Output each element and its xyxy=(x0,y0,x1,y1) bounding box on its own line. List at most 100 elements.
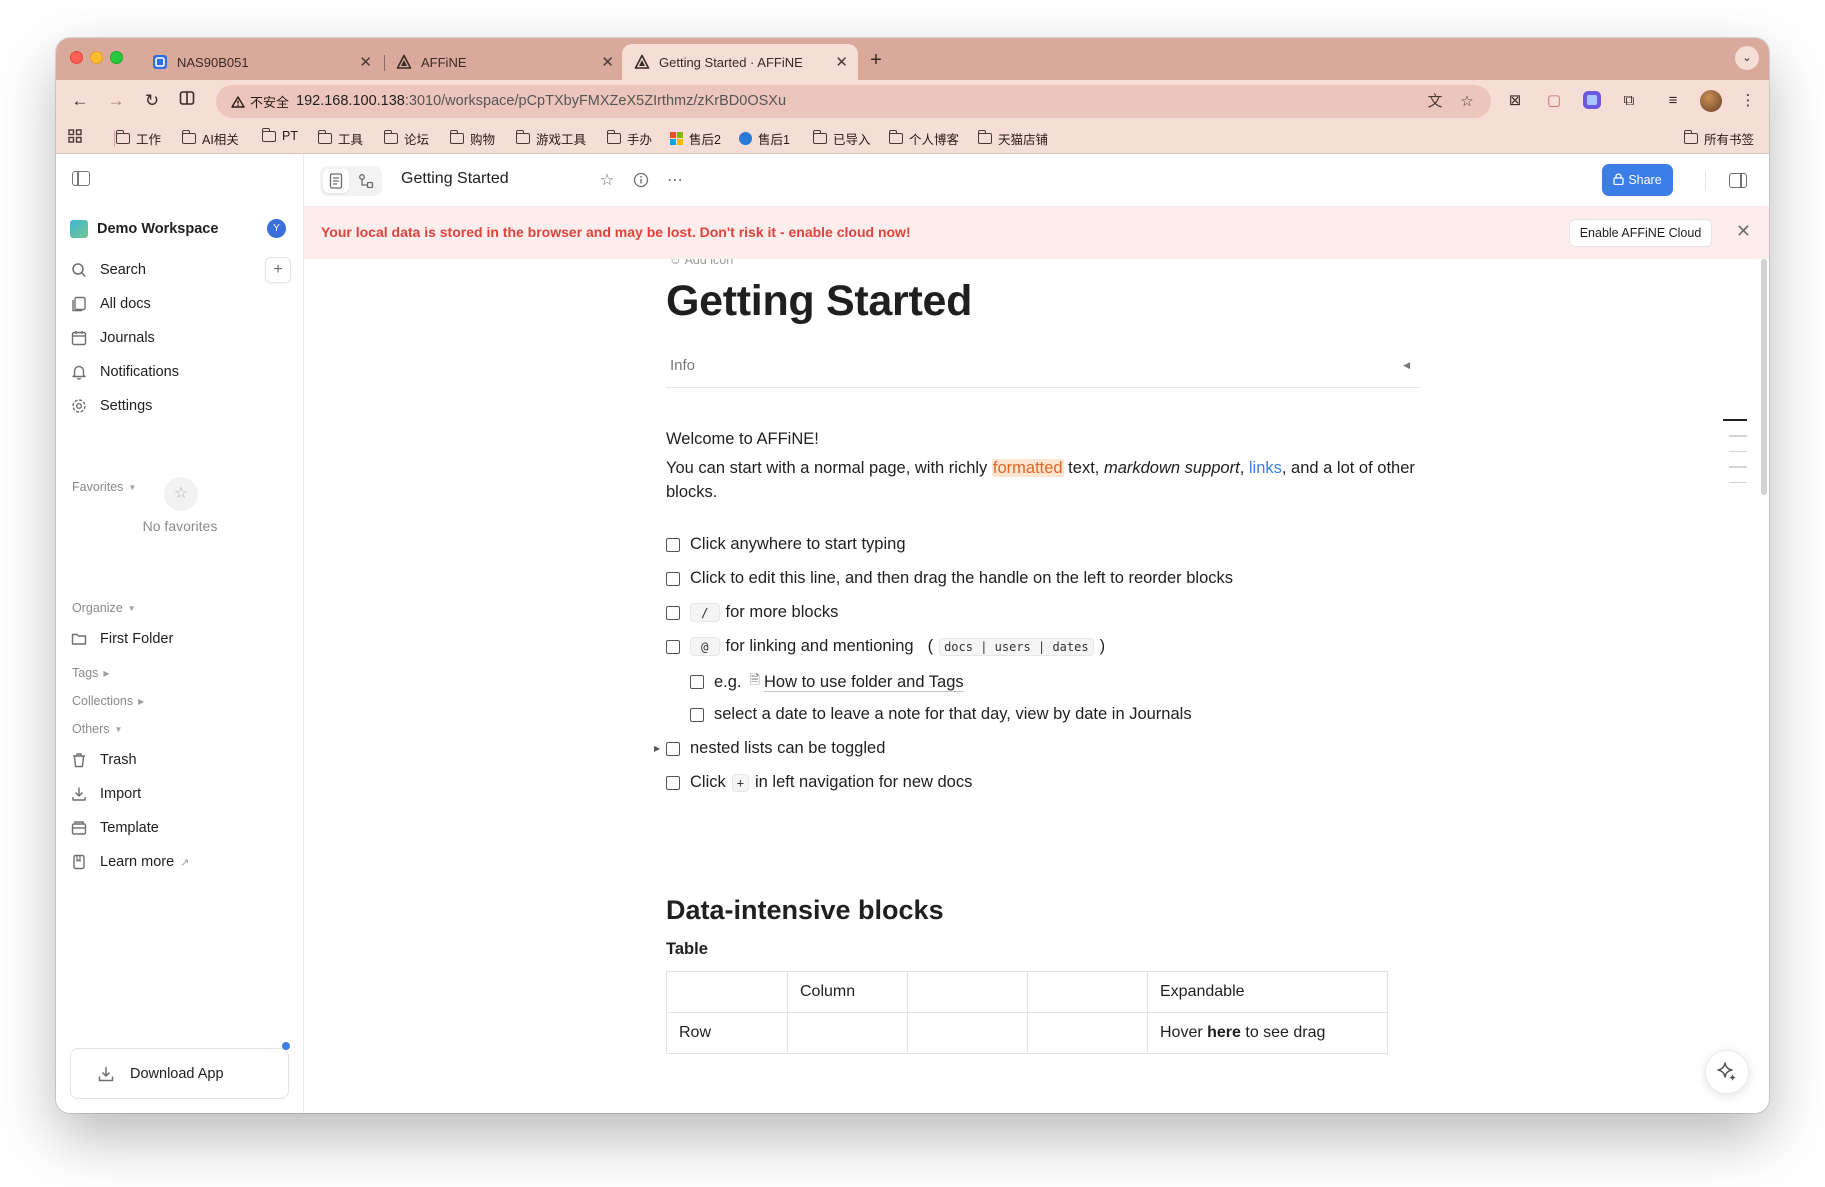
table-cell[interactable]: Column xyxy=(787,971,908,1013)
todo-item[interactable]: Click anywhere to start typing xyxy=(666,535,906,554)
add-icon-button[interactable]: ☺ Add icon xyxy=(669,259,733,267)
tab-search-button[interactable]: ⌄ xyxy=(1735,46,1759,70)
profile-avatar[interactable] xyxy=(1700,90,1722,112)
info-icon[interactable] xyxy=(631,170,651,190)
sidebar-item-all-docs[interactable]: All docs xyxy=(70,289,292,319)
extension-cross-icon[interactable]: ⊠ xyxy=(1504,90,1526,112)
table-cell[interactable] xyxy=(666,971,788,1013)
sidebar-item-template[interactable]: Template xyxy=(70,813,292,843)
bookmark-folder[interactable]: PT xyxy=(262,127,298,143)
browser-tab-affine[interactable]: AFFiNE ✕ xyxy=(386,44,624,80)
bookmark-folder[interactable]: 天猫店铺 xyxy=(978,129,1048,148)
doc-header-title[interactable]: Getting Started xyxy=(401,170,509,188)
doc-info-panel[interactable]: Info ◀ xyxy=(666,345,1420,388)
doc-editor[interactable]: ☺ Add icon Getting Started Info ◀ Welcom… xyxy=(304,259,1769,1113)
others-section-header[interactable]: Others ▼ xyxy=(72,722,122,736)
bookmark-star-icon[interactable]: ☆ xyxy=(1457,92,1477,112)
todo-item[interactable]: nested lists can be toggled xyxy=(666,739,885,758)
todo-item-nested[interactable]: e.g. 🗎 How to use folder and Tags xyxy=(690,671,964,693)
todo-item[interactable]: / for more blocks xyxy=(666,603,838,622)
table-of-contents-indicator[interactable] xyxy=(1723,419,1747,497)
favorites-section-header[interactable]: Favorites ▼ xyxy=(72,480,136,494)
sidebar-item-trash[interactable]: Trash xyxy=(70,745,292,775)
security-chip[interactable]: 不安全 xyxy=(225,91,298,112)
linked-doc-title[interactable]: How to use folder and Tags xyxy=(764,673,964,692)
toggle-caret-icon[interactable]: ▶ xyxy=(654,744,660,753)
heading-table[interactable]: Table xyxy=(666,940,708,959)
table-cell[interactable]: Expandable xyxy=(1147,971,1388,1013)
reload-icon[interactable]: ↻ xyxy=(140,89,164,113)
bookmark-folder[interactable]: 手办 xyxy=(607,129,652,148)
page-title[interactable]: Getting Started xyxy=(666,277,972,326)
bookmark-folder[interactable]: 工作 xyxy=(116,129,161,148)
right-sidebar-toggle-icon[interactable] xyxy=(1729,173,1747,188)
browser-tab-nas[interactable]: NAS90B051 ✕ xyxy=(144,44,382,80)
paragraph-intro[interactable]: You can start with a normal page, with r… xyxy=(666,456,1426,504)
share-button[interactable]: Share xyxy=(1602,164,1673,196)
more-options-icon[interactable]: ⋯ xyxy=(665,170,685,190)
bookmark-folder[interactable]: 游戏工具 xyxy=(516,129,586,148)
todo-item[interactable]: Click to edit this line, and then drag t… xyxy=(666,569,1233,588)
close-tab-icon[interactable]: ✕ xyxy=(601,53,614,71)
forward-arrow-icon[interactable]: → xyxy=(104,89,128,113)
back-arrow-icon[interactable]: ← xyxy=(68,89,92,113)
bookmark-folder[interactable]: AI相关 xyxy=(182,129,239,148)
media-controls-icon[interactable]: ≡ xyxy=(1662,90,1684,112)
tags-section-header[interactable]: Tags ▶ xyxy=(72,666,110,680)
checkbox[interactable] xyxy=(666,639,680,654)
checkbox[interactable] xyxy=(690,707,704,722)
close-icon[interactable]: ✕ xyxy=(1736,221,1751,242)
workspace-switcher[interactable]: Demo Workspace Y xyxy=(70,217,292,241)
more-menu-icon[interactable]: ⋮ xyxy=(1737,90,1759,112)
download-app-button[interactable]: Download App xyxy=(70,1042,290,1099)
todo-item-nested[interactable]: select a date to leave a note for that d… xyxy=(690,705,1192,724)
sidebar-item-import[interactable]: Import xyxy=(70,779,292,809)
extension-pink-icon[interactable]: ▢ xyxy=(1543,90,1565,112)
link-text[interactable]: links xyxy=(1249,459,1282,477)
paragraph-welcome[interactable]: Welcome to AFFiNE! xyxy=(666,427,1426,451)
sidebar-item-learn-more[interactable]: Learn more ↗ xyxy=(70,847,292,877)
extension-purple-icon[interactable] xyxy=(1581,90,1603,112)
all-bookmarks-folder[interactable]: 所有书签 xyxy=(1684,129,1754,148)
table-cell[interactable] xyxy=(907,971,1028,1013)
todo-item[interactable]: Click + in left navigation for new docs xyxy=(666,773,972,792)
todo-item[interactable]: @ for linking and mentioning (docs | user… xyxy=(666,637,1105,656)
heading-data-intensive[interactable]: Data-intensive blocks xyxy=(666,895,944,926)
page-mode-icon[interactable] xyxy=(323,169,349,193)
scrollbar[interactable] xyxy=(1761,259,1767,495)
checkbox[interactable] xyxy=(666,605,680,620)
bookmark-folder[interactable]: 论坛 xyxy=(384,129,429,148)
minimize-window-button[interactable] xyxy=(90,51,103,64)
sidebar-item-notifications[interactable]: Notifications xyxy=(70,357,292,387)
table-cell[interactable]: Hover here to see drag xyxy=(1147,1012,1388,1054)
split-view-icon[interactable] xyxy=(175,89,199,113)
bookmark-folder[interactable]: 已导入 xyxy=(813,129,871,148)
apps-grid-icon[interactable] xyxy=(68,129,82,143)
close-window-button[interactable] xyxy=(70,51,83,64)
table-cell[interactable]: Row xyxy=(666,1012,788,1054)
checkbox[interactable] xyxy=(690,675,704,689)
bookmark-folder[interactable]: 工具 xyxy=(318,129,363,148)
enable-cloud-button[interactable]: Enable AFFiNE Cloud xyxy=(1569,219,1712,247)
close-tab-icon[interactable]: ✕ xyxy=(359,53,372,71)
ai-assistant-button[interactable] xyxy=(1705,1050,1749,1094)
close-tab-icon[interactable]: ✕ xyxy=(835,53,848,71)
address-bar[interactable]: 不安全 192.168.100.138:3010/workspace/pCpTX… xyxy=(216,85,1491,118)
favorite-star-icon[interactable]: ☆ xyxy=(597,170,617,190)
browser-tab-getting-started[interactable]: Getting Started · AFFiNE ✕ xyxy=(622,44,858,80)
table-cell[interactable] xyxy=(907,1012,1028,1054)
table-cell[interactable] xyxy=(1027,971,1148,1013)
new-doc-button[interactable]: + xyxy=(265,257,291,283)
user-avatar[interactable]: Y xyxy=(267,219,286,238)
checkbox[interactable] xyxy=(666,775,680,790)
bookmark-folder[interactable]: 个人博客 xyxy=(889,129,959,148)
edgeless-mode-icon[interactable] xyxy=(353,169,379,193)
bookmark-link[interactable]: 售后2 xyxy=(670,129,721,148)
puzzle-icon[interactable]: ⧉ xyxy=(1618,90,1640,112)
checkbox[interactable] xyxy=(666,741,680,756)
data-table[interactable]: Column Expandable Row Hover here to see … xyxy=(666,971,1388,1054)
table-cell[interactable] xyxy=(787,1012,908,1054)
sidebar-item-first-folder[interactable]: First Folder xyxy=(70,624,292,654)
translate-icon[interactable]: ⽂ xyxy=(1425,92,1445,112)
table-cell[interactable] xyxy=(1027,1012,1148,1054)
